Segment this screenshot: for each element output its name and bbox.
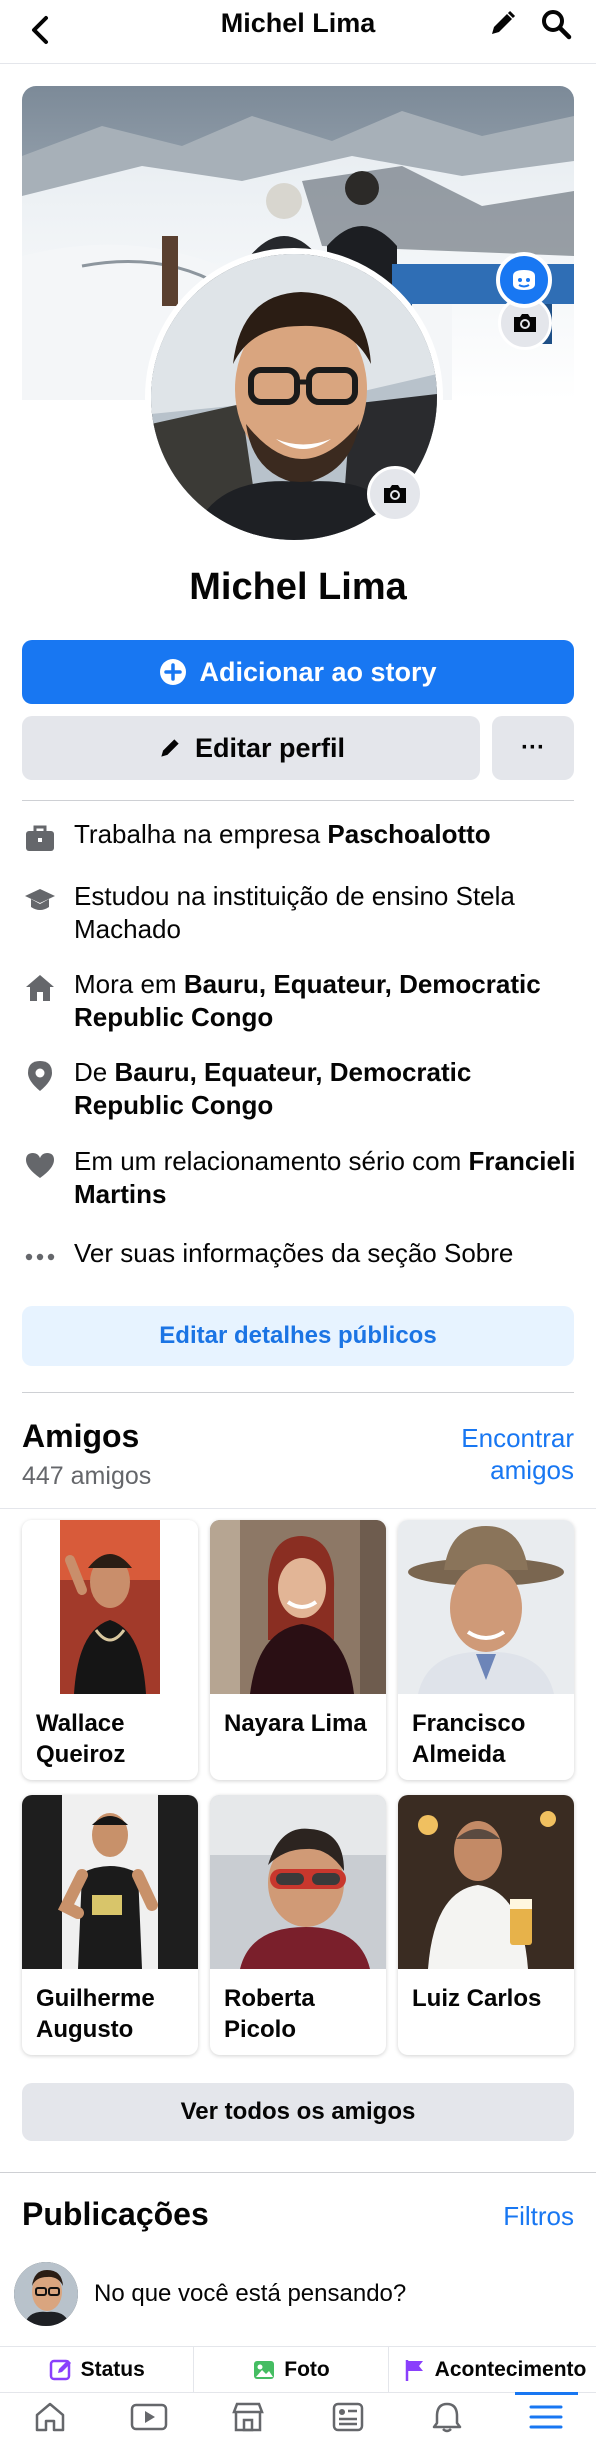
friends-count: 447 amigos	[22, 1462, 152, 1490]
edit-profile-label: Editar perfil	[194, 732, 346, 763]
pencil-icon[interactable]	[482, 4, 522, 44]
graduation-cap-icon	[22, 882, 58, 918]
tab-notifications[interactable]	[397, 2393, 496, 2440]
news-feed-icon	[332, 2402, 363, 2431]
edit-public-details-button[interactable]: Editar detalhes públicos	[22, 1306, 574, 1366]
profile-name: Michel Lima	[189, 566, 407, 608]
friend-photo	[210, 1795, 386, 1969]
tab-home[interactable]	[0, 2393, 99, 2440]
detail-text: Mora em Bauru, Equateur, Democratic Repu…	[74, 969, 541, 1032]
friend-name: Francisco Almeida	[412, 1710, 526, 1768]
friend-card[interactable]: Nayara Lima	[210, 1520, 386, 1780]
divider	[22, 1392, 574, 1393]
edit-profile-button[interactable]: Editar perfil	[22, 716, 480, 780]
plus-circle-icon	[160, 659, 187, 685]
avatar	[14, 2262, 78, 2326]
briefcase-icon	[22, 820, 58, 856]
divider	[0, 2172, 596, 2173]
friend-name: Luiz Carlos	[412, 1985, 542, 2012]
friend-card[interactable]: Wallace Queiroz	[22, 1520, 198, 1780]
divider	[22, 800, 574, 801]
friend-name: Nayara Lima	[224, 1710, 367, 1737]
detail-lives-in[interactable]: Mora em Bauru, Equateur, Democratic Repu…	[22, 968, 582, 1034]
marketplace-icon	[232, 2402, 265, 2431]
friend-photo	[22, 1795, 198, 1969]
divider	[0, 1508, 596, 1509]
friend-name: Roberta Picolo	[224, 1985, 315, 2043]
detail-text: Ver suas informações da seção Sobre	[74, 1238, 514, 1268]
photo-icon	[254, 2360, 275, 2379]
hamburger-menu-icon	[529, 2405, 563, 2428]
friend-card[interactable]: Guilherme Augusto	[22, 1795, 198, 2055]
detail-text: De Bauru, Equateur, Democratic Republic …	[74, 1057, 472, 1120]
friend-photo	[398, 1520, 574, 1694]
friend-photo	[22, 1520, 198, 1694]
search-icon[interactable]	[536, 4, 576, 44]
detail-text: Trabalha na empresa Paschoalotto	[74, 819, 491, 849]
detail-work[interactable]: Trabalha na empresa Paschoalotto	[22, 818, 582, 856]
home-icon	[22, 970, 58, 1006]
more-dots-icon: ···	[521, 734, 545, 761]
tab-marketplace[interactable]	[199, 2393, 298, 2440]
pencil-icon	[161, 739, 179, 757]
top-bar: Michel Lima	[0, 0, 596, 64]
friend-card[interactable]: Francisco Almeida	[398, 1520, 574, 1780]
filters-link[interactable]: Filtros	[503, 2200, 574, 2232]
find-friends-link[interactable]: Encontrar amigos	[374, 1422, 574, 1486]
flag-icon	[405, 2359, 423, 2381]
friend-photo	[210, 1520, 386, 1694]
tab-video[interactable]	[99, 2393, 198, 2440]
post-actions-bar: Status Foto Acontecimento	[0, 2346, 596, 2392]
edit-status-icon	[49, 2359, 71, 2380]
detail-text: Em um relacionamento sério com Francieli…	[74, 1146, 576, 1209]
composer-placeholder: No que você está pensando?	[94, 2280, 407, 2307]
see-all-friends-button[interactable]: Ver todos os amigos	[22, 2083, 574, 2141]
tab-menu[interactable]	[497, 2392, 596, 2440]
home-icon	[35, 2402, 64, 2431]
more-dots-icon	[22, 1239, 58, 1275]
add-to-story-label: Adicionar ao story	[199, 656, 437, 687]
life-event-button[interactable]: Acontecimento	[389, 2347, 596, 2392]
detail-see-about[interactable]: Ver suas informações da seção Sobre	[22, 1237, 582, 1275]
status-button[interactable]: Status	[0, 2347, 195, 2392]
friend-photo	[398, 1795, 574, 1969]
bell-icon	[432, 2402, 462, 2432]
detail-relationship[interactable]: Em um relacionamento sério com Francieli…	[22, 1145, 582, 1211]
heart-icon	[22, 1147, 58, 1183]
location-pin-icon	[22, 1058, 58, 1094]
tab-news[interactable]	[298, 2393, 397, 2440]
friends-title: Amigos	[22, 1418, 140, 1454]
friend-card[interactable]: Luiz Carlos	[398, 1795, 574, 2055]
detail-from[interactable]: De Bauru, Equateur, Democratic Republic …	[22, 1056, 582, 1122]
friend-card[interactable]: Roberta Picolo	[210, 1795, 386, 2055]
profile-camera-icon[interactable]	[367, 466, 423, 522]
bottom-nav	[0, 2392, 596, 2440]
detail-education[interactable]: Estudou na instituição de ensino Stela M…	[22, 880, 582, 946]
video-icon	[130, 2403, 168, 2430]
detail-text: Estudou na instituição de ensino Stela M…	[74, 881, 515, 944]
add-to-story-button[interactable]: Adicionar ao story	[22, 640, 574, 704]
more-options-button[interactable]: ···	[492, 716, 574, 780]
friend-name: Wallace Queiroz	[36, 1710, 126, 1768]
post-composer[interactable]: No que você está pensando?	[14, 2260, 582, 2328]
posts-title: Publicações	[22, 2196, 209, 2232]
photo-button[interactable]: Foto	[194, 2347, 389, 2392]
avatar-creator-icon[interactable]	[496, 252, 552, 308]
friend-name: Guilherme Augusto	[36, 1985, 155, 2043]
